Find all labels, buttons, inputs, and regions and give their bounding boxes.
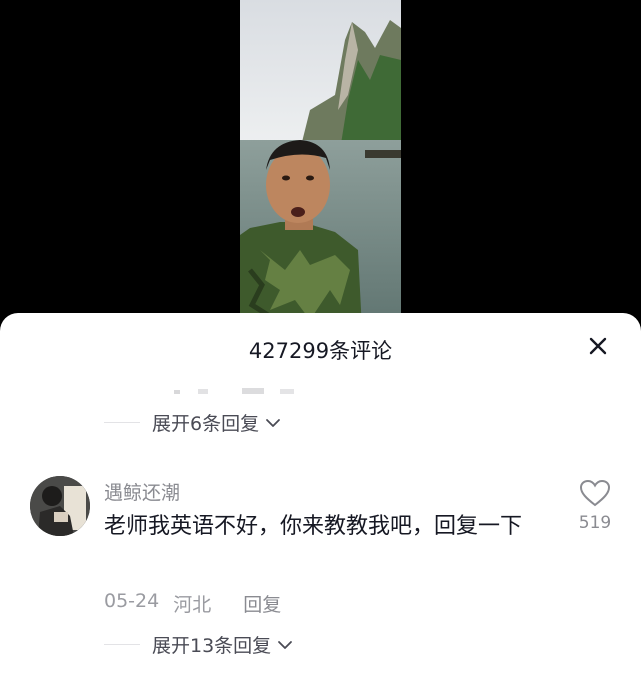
avatar[interactable] — [30, 476, 90, 536]
chevron-down-icon — [265, 415, 281, 431]
comment-date: 05-24 — [104, 590, 160, 612]
comment-text: 老师我英语不好，你来教教我吧，回复一下 — [104, 514, 523, 539]
comment-sheet: 427299条评论 展开6条回复 遇鲸还潮 老师我英语不好，你来教教我吧，回复一… — [0, 313, 641, 677]
expand-replies-button[interactable]: 展开13条回复 — [104, 631, 293, 658]
comment-location: 河北 — [173, 594, 212, 616]
comment-meta: 05-24 河北 回复 — [104, 590, 281, 617]
video-frame — [240, 0, 401, 330]
chevron-down-icon — [277, 637, 293, 653]
divider-line — [104, 644, 140, 645]
heart-icon[interactable] — [578, 478, 612, 508]
video-scene-image — [240, 0, 401, 330]
expand-replies-button[interactable]: 展开6条回复 — [104, 409, 281, 436]
comment-username[interactable]: 遇鲸还潮 — [104, 478, 180, 505]
scrolled-content-fragment — [170, 381, 310, 394]
video-player[interactable] — [0, 0, 641, 330]
expand-replies-label: 展开6条回复 — [152, 413, 260, 435]
like-count: 519 — [578, 513, 612, 533]
divider-line — [104, 422, 140, 423]
reply-button[interactable]: 回复 — [243, 590, 281, 617]
expand-replies-label: 展开13条回复 — [152, 635, 272, 657]
close-icon[interactable] — [585, 333, 611, 359]
comment-count-title: 427299条评论 — [248, 339, 393, 363]
